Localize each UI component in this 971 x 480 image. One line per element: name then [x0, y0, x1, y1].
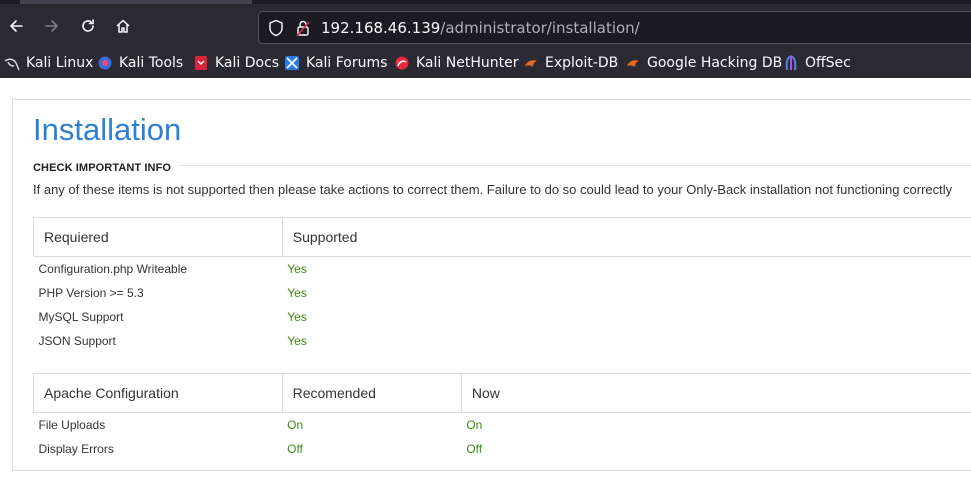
browser-chrome: 192.168.46.139/administrator/installatio… [0, 0, 971, 78]
ghdb-icon [625, 55, 641, 71]
section-heading-text: CHECK IMPORTANT INFO [33, 162, 180, 174]
forward-button[interactable] [37, 11, 67, 41]
back-button[interactable] [1, 11, 31, 41]
setting-recommended: Off [287, 441, 303, 456]
kali-tools-icon [97, 55, 113, 71]
requirements-table: Requiered Supported Configuration.php Wr… [33, 217, 971, 353]
bookmark-kali-forums[interactable]: Kali Forums [284, 52, 387, 74]
bookmark-label: Exploit-DB [545, 55, 619, 71]
table-row: Configuration.php Writeable Yes [34, 257, 971, 281]
bookmark-label: Kali Forums [306, 55, 388, 71]
table-row: JSON Support Yes [34, 329, 971, 353]
bookmark-label: Kali Tools [119, 55, 184, 71]
bookmark-kali-docs[interactable]: Kali Docs [193, 52, 279, 74]
requirement-status: Yes [287, 261, 307, 276]
column-header-apache: Apache Configuration [33, 373, 283, 413]
column-header-required: Requiered [33, 217, 283, 257]
requirement-status: Yes [287, 285, 307, 300]
forward-arrow-icon [45, 20, 58, 32]
tab-strip [0, 0, 971, 4]
reload-icon [82, 19, 94, 32]
kali-docs-icon [193, 55, 209, 71]
bookmark-label: Kali NetHunter [416, 55, 519, 71]
bookmark-kali-linux[interactable]: Kali Linux [4, 52, 93, 74]
tracking-shield-icon[interactable] [268, 19, 284, 37]
setting-recommended: On [287, 417, 304, 432]
setting-now: Off [466, 441, 483, 456]
table-header-row: Requiered Supported [33, 217, 971, 257]
home-button[interactable] [108, 11, 138, 41]
setting-name: File Uploads [38, 417, 106, 432]
column-header-recommended: Recomended [281, 373, 462, 413]
kali-forums-icon [284, 55, 300, 71]
requirement-status: Yes [287, 333, 307, 348]
bookmark-label: Google Hacking DB [647, 55, 783, 71]
bookmark-google-hacking-db[interactable]: Google Hacking DB [625, 52, 782, 74]
active-tab[interactable] [20, 0, 252, 4]
setting-name: Display Errors [38, 441, 114, 456]
nethunter-icon [394, 55, 410, 71]
bookmark-label: OffSec [805, 55, 851, 71]
info-text: If any of these items is not supported t… [33, 182, 953, 197]
address-bar[interactable]: 192.168.46.139/administrator/installatio… [258, 11, 971, 44]
column-header-supported: Supported [281, 217, 971, 257]
table-row: File Uploads On On [34, 413, 971, 437]
bookmark-exploit-db[interactable]: Exploit-DB [523, 52, 618, 74]
reload-button[interactable] [73, 11, 103, 41]
section-heading: CHECK IMPORTANT INFO [33, 158, 971, 174]
bookmarks-toolbar: Kali Linux Kali Tools Kali Docs Kali For… [0, 51, 971, 75]
setting-now: On [466, 417, 483, 432]
navigation-toolbar: 192.168.46.139/administrator/installatio… [0, 8, 971, 46]
bookmark-kali-tools[interactable]: Kali Tools [97, 52, 183, 74]
table-row: PHP Version >= 5.3 Yes [34, 281, 971, 305]
url-path: /administrator/installation/ [440, 19, 640, 37]
requirement-name: Configuration.php Writeable [38, 261, 188, 276]
page-content: Installation CHECK IMPORTANT INFO If any… [0, 78, 971, 480]
home-icon [116, 19, 130, 33]
kali-dragon-icon [4, 55, 20, 71]
bookmark-offsec[interactable]: OffSec [783, 52, 851, 74]
requirement-status: Yes [287, 309, 307, 324]
installation-panel: Installation CHECK IMPORTANT INFO If any… [12, 99, 971, 471]
table-row: Display Errors Off Off [34, 437, 971, 461]
offsec-icon [783, 55, 799, 71]
insecure-lock-icon[interactable] [296, 19, 310, 37]
requirement-name: MySQL Support [38, 309, 124, 324]
apache-config-table: Apache Configuration Recomended Now File… [33, 373, 971, 461]
exploit-db-icon [523, 55, 539, 71]
bookmark-label: Kali Linux [26, 55, 94, 71]
table-header-row: Apache Configuration Recomended Now [33, 373, 971, 413]
requirement-name: PHP Version >= 5.3 [38, 285, 144, 300]
back-arrow-icon [10, 20, 23, 32]
bookmark-kali-nethunter[interactable]: Kali NetHunter [394, 52, 518, 74]
page-title: Installation [33, 112, 182, 147]
column-header-now: Now [460, 373, 971, 413]
url-host: 192.168.46.139 [321, 19, 441, 37]
bookmark-label: Kali Docs [215, 55, 280, 71]
table-row: MySQL Support Yes [34, 305, 971, 329]
requirement-name: JSON Support [38, 333, 116, 348]
url-text[interactable]: 192.168.46.139/administrator/installatio… [321, 19, 640, 37]
